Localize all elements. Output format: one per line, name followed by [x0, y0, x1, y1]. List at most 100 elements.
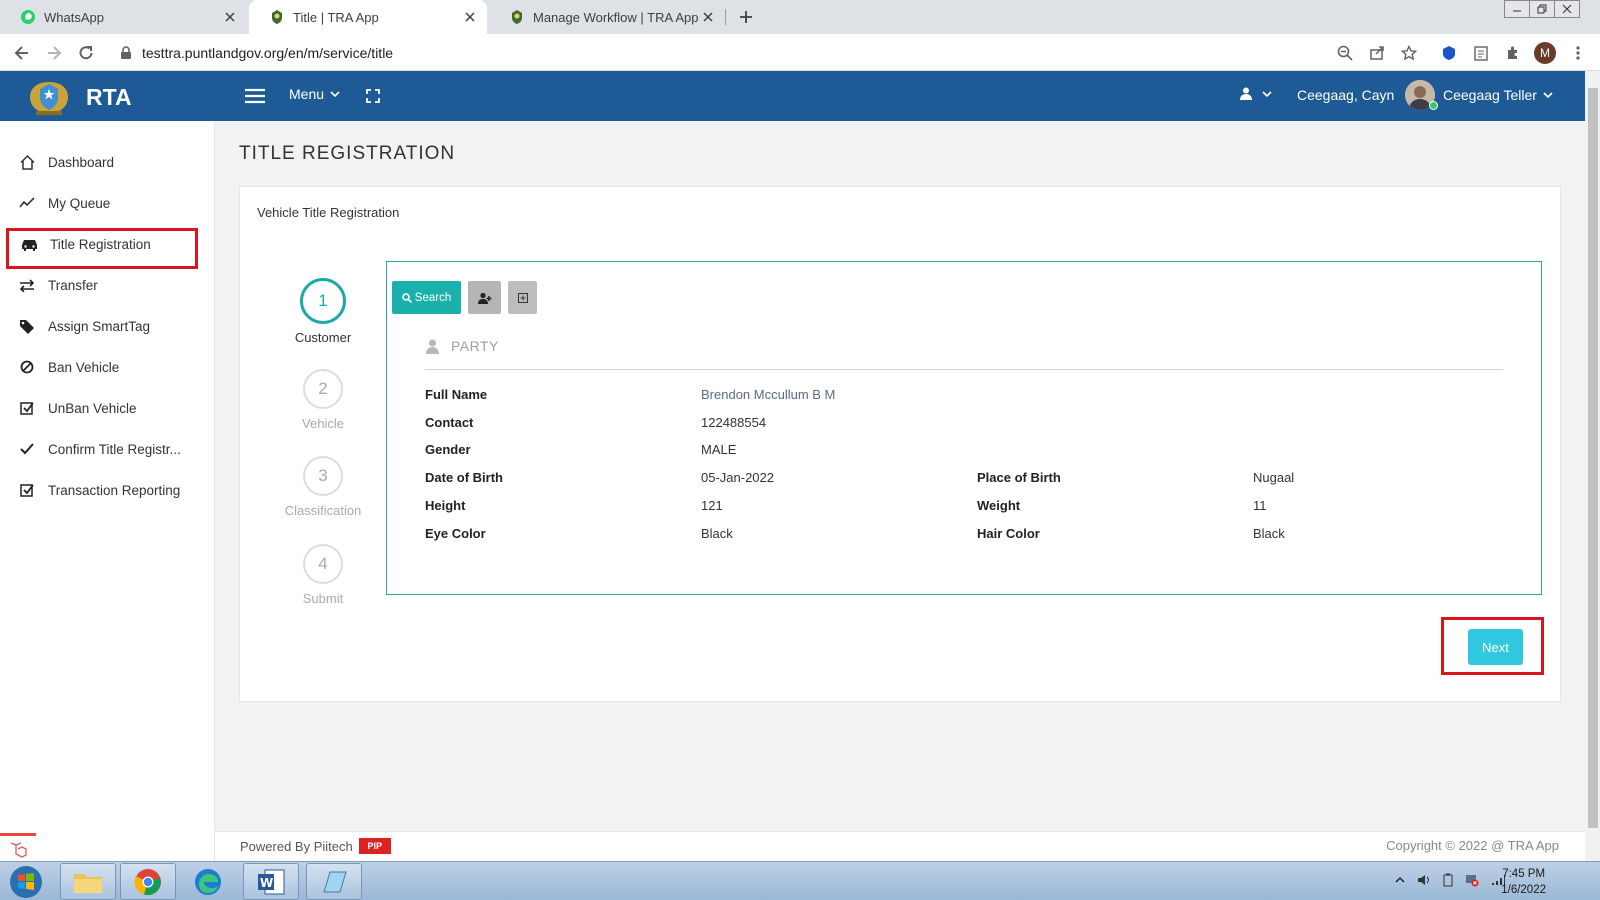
- close-icon[interactable]: [223, 10, 237, 24]
- step-2-circle[interactable]: 2: [303, 369, 343, 409]
- close-icon[interactable]: [463, 10, 477, 24]
- bookmark-star-icon[interactable]: [1399, 43, 1419, 63]
- powered-by: Powered By Piitech PIP: [240, 838, 391, 854]
- gender-label: Gender: [425, 442, 471, 457]
- pob-value: Nugaal: [1253, 470, 1295, 485]
- taskbar-edge[interactable]: [180, 863, 236, 900]
- role-dropdown[interactable]: Ceegaag Teller: [1443, 87, 1553, 103]
- eye-color-label: Eye Color: [425, 526, 486, 541]
- tab-label: Manage Workflow | TRA App: [533, 9, 699, 25]
- step-3-circle[interactable]: 3: [303, 456, 343, 496]
- user-name[interactable]: Ceegaag, Cayn: [1297, 87, 1394, 103]
- taskbar-word[interactable]: W: [243, 863, 299, 900]
- tab-whatsapp[interactable]: WhatsApp: [0, 0, 247, 34]
- divider: [425, 369, 1503, 370]
- tab-manage-workflow[interactable]: Manage Workflow | TRA App: [489, 0, 725, 34]
- start-button[interactable]: [6, 864, 46, 900]
- sidebar-item-label: Dashboard: [48, 154, 115, 170]
- taskbar-explorer[interactable]: [60, 863, 116, 900]
- sidebar-item-transfer[interactable]: Transfer: [0, 265, 215, 305]
- hamburger-icon[interactable]: [244, 85, 266, 107]
- tags-icon: [18, 317, 36, 335]
- close-icon[interactable]: [701, 10, 715, 24]
- tray-arrow-icon[interactable]: [1395, 873, 1405, 887]
- page-title: TITLE REGISTRATION: [239, 143, 456, 164]
- pob-label: Place of Birth: [977, 470, 1061, 485]
- restore-icon[interactable]: [1529, 0, 1555, 18]
- windows-taskbar: W 7:45 PM 1/6/2022: [0, 861, 1600, 900]
- share-icon[interactable]: [1367, 43, 1387, 63]
- sidebar-item-assign-smarttag[interactable]: Assign SmartTag: [0, 306, 215, 346]
- sidebar-item-unban-vehicle[interactable]: UnBan Vehicle: [0, 388, 215, 428]
- reload-icon[interactable]: [76, 43, 96, 63]
- folder-icon: [73, 870, 103, 894]
- plus-square-icon: [517, 292, 528, 303]
- new-tab-icon[interactable]: [738, 9, 754, 25]
- step-1-circle[interactable]: 1: [300, 278, 346, 324]
- browser-tab-bar: WhatsApp Title | TRA App Manage Workflow…: [0, 0, 1600, 34]
- sidebar-item-label: Assign SmartTag: [48, 318, 151, 334]
- eye-color-value: Black: [701, 526, 733, 541]
- debugbar-icon[interactable]: [0, 833, 36, 861]
- step-4-circle[interactable]: 4: [303, 544, 343, 584]
- sidebar-item-label: UnBan Vehicle: [48, 400, 137, 416]
- extensions-icon[interactable]: [1503, 43, 1523, 63]
- scrollbar-thumb[interactable]: [1588, 88, 1598, 828]
- taskbar-notepad[interactable]: [306, 863, 362, 900]
- sidebar-item-ban-vehicle[interactable]: Ban Vehicle: [0, 347, 215, 387]
- coat-of-arms-icon: [509, 9, 525, 25]
- tab-title[interactable]: Title | TRA App: [249, 0, 487, 34]
- dob-value: 05-Jan-2022: [701, 470, 774, 485]
- menu-dropdown[interactable]: Menu: [289, 86, 340, 102]
- coat-of-arms-logo: [24, 77, 74, 117]
- contact-label: Contact: [425, 415, 474, 430]
- password-manager-icon[interactable]: [1439, 43, 1459, 63]
- taskbar-chrome[interactable]: [120, 863, 176, 900]
- role-label: Ceegaag Teller: [1443, 87, 1537, 103]
- highlight-box-title-registration: [6, 228, 198, 269]
- network-warning-icon[interactable]: [1465, 873, 1479, 887]
- volume-icon[interactable]: [1417, 873, 1431, 887]
- next-button[interactable]: Next: [1468, 629, 1523, 665]
- step-1-label: Customer: [294, 330, 352, 345]
- brand[interactable]: RTA: [12, 77, 132, 117]
- close-window-icon[interactable]: [1554, 0, 1580, 18]
- url-field[interactable]: testtra.puntlandgov.org/en/m/service/tit…: [112, 38, 1322, 68]
- online-status-dot: [1429, 101, 1438, 110]
- add-user-button[interactable]: [468, 281, 501, 314]
- check-square-icon: [18, 481, 36, 499]
- sidebar-item-confirm-title-registration[interactable]: Confirm Title Registr...: [0, 429, 215, 469]
- taskbar-clock[interactable]: 7:45 PM 1/6/2022: [1501, 866, 1546, 898]
- fullscreen-icon[interactable]: [364, 87, 382, 105]
- clipboard-icon[interactable]: [1471, 43, 1491, 63]
- address-bar: testtra.puntlandgov.org/en/m/service/tit…: [0, 34, 1600, 71]
- height-value: 121: [701, 498, 723, 513]
- battery-icon[interactable]: [1443, 873, 1453, 887]
- sidebar-item-label: My Queue: [48, 195, 111, 211]
- back-icon[interactable]: [12, 43, 32, 63]
- sidebar-item-my-queue[interactable]: My Queue: [0, 183, 215, 223]
- weight-value: 11: [1253, 498, 1267, 513]
- search-button[interactable]: Search: [392, 281, 461, 314]
- piitech-logo[interactable]: PIP: [358, 838, 391, 854]
- profile-avatar[interactable]: M: [1534, 42, 1556, 64]
- tab-separator: [725, 9, 726, 25]
- more-vert-icon[interactable]: [1568, 43, 1588, 63]
- chevron-down-icon: [330, 91, 340, 97]
- sidebar-item-dashboard[interactable]: Dashboard: [0, 142, 215, 182]
- weight-label: Weight: [977, 498, 1021, 513]
- minimize-icon[interactable]: [1504, 0, 1530, 18]
- user-menu-toggle[interactable]: [1240, 87, 1272, 100]
- lock-icon: [120, 46, 132, 60]
- sidebar-item-label: Ban Vehicle: [48, 359, 120, 375]
- forward-icon[interactable]: [44, 43, 64, 63]
- app-header: RTA Menu Ceegaag, Cayn Ceegaag Teller: [0, 71, 1585, 121]
- brand-name: RTA: [86, 83, 132, 110]
- search-icon: [401, 292, 412, 303]
- zoom-icon[interactable]: [1335, 43, 1355, 63]
- system-tray: [1395, 873, 1505, 887]
- sidebar-item-transaction-reporting[interactable]: Transaction Reporting: [0, 470, 215, 510]
- party-section-header: PARTY: [426, 338, 499, 354]
- expand-button[interactable]: [508, 281, 537, 314]
- check-square-icon: [18, 399, 36, 417]
